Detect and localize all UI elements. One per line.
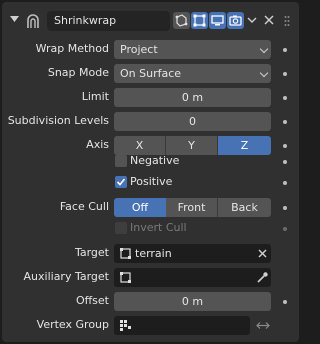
wrap-method-dropdown[interactable]: Project [114,40,271,59]
snap-mode-value: On Surface [120,67,182,80]
keyframe-dot-icon[interactable] [283,48,287,52]
wrap-method-label: Wrap Method [35,42,109,55]
keyframe-dot-icon[interactable] [283,144,287,148]
axis-label: Axis [86,138,109,151]
offset-label: Offset [75,294,109,307]
snap-mode-label: Snap Mode [47,66,109,79]
vertex-group-field[interactable] [114,316,250,335]
shrinkwrap-modifier-icon [27,14,39,28]
invert-cull-checkbox[interactable] [115,222,127,234]
negative-checkbox[interactable] [115,155,127,167]
face-cull-selector: Off Front Back [114,198,271,217]
target-field[interactable]: terrain [114,244,271,263]
target-value: terrain [135,247,172,260]
render-camera-icon [229,15,242,26]
subdivision-levels-value: 0 [189,115,196,128]
target-label: Target [74,246,109,259]
keyframe-dot-icon[interactable] [283,120,287,124]
mesh-object-icon [120,272,131,283]
modifier-name-input[interactable]: Shrinkwrap [47,11,170,31]
auxiliary-target-label: Auxiliary Target [23,270,109,283]
vertex-group-label: Vertex Group [36,318,109,331]
offset-value: 0 m [181,295,204,308]
snap-mode-dropdown[interactable]: On Surface [114,64,271,83]
face-cull-off-toggle[interactable]: Off [114,198,166,217]
axis-z-toggle[interactable]: Z [218,136,271,155]
offset-field[interactable]: 0 m [114,292,271,311]
limit-label: Limit [81,90,109,103]
modifier-header: Shrinkwrap [2,2,299,38]
keyframe-dot-icon[interactable] [283,300,287,304]
limit-value: 0 m [181,91,204,104]
shrinkwrap-modifier-panel: Shrinkwrap Wrap Method Project Snap Mode… [2,2,299,342]
edit-mode-cage-button[interactable] [173,12,190,29]
modifier-name-text: Shrinkwrap [54,14,117,27]
invert-cull-label: Invert Cull [130,221,187,234]
wrap-method-value: Project [120,43,158,56]
positive-checkbox[interactable] [115,176,127,188]
vertex-group-icon [120,320,131,331]
chevron-down-icon [259,68,269,78]
close-icon[interactable] [264,15,274,25]
face-cull-front-toggle[interactable]: Front [166,198,218,217]
negative-label: Negative [130,154,180,167]
collapse-arrow-icon[interactable] [10,15,19,24]
keyframe-dot-icon[interactable] [283,206,287,210]
axis-x-toggle[interactable]: X [114,136,166,155]
invert-vertex-group-icon[interactable] [255,320,271,331]
keyframe-dot-icon[interactable] [283,96,287,100]
realtime-viewport-button[interactable] [209,12,226,29]
limit-field[interactable]: 0 m [114,88,271,107]
chevron-down-icon [259,44,269,54]
eyedropper-icon[interactable] [256,271,268,284]
axis-y-toggle[interactable]: Y [166,136,218,155]
dropdown-icon[interactable] [247,17,257,24]
subdivision-levels-label: Subdivision Levels [7,114,109,127]
edit-mode-button[interactable] [191,12,208,29]
subdivision-levels-field[interactable]: 0 [114,112,271,131]
face-cull-label: Face Cull [59,200,109,213]
keyframe-dot-icon[interactable] [283,227,287,231]
axis-selector: X Y Z [114,136,271,155]
keyframe-dot-icon[interactable] [283,181,287,185]
keyframe-dot-icon[interactable] [283,160,287,164]
mesh-object-icon [120,248,131,259]
drag-handle-icon[interactable] [284,15,290,27]
render-button[interactable] [227,12,244,29]
edit-mode-icon [193,14,206,27]
keyframe-dot-icon[interactable] [283,72,287,76]
positive-label: Positive [130,175,173,188]
edit-mode-cage-icon [175,14,188,27]
auxiliary-target-field[interactable] [114,268,271,287]
realtime-viewport-icon [211,15,224,26]
face-cull-back-toggle[interactable]: Back [218,198,271,217]
clear-icon[interactable] [258,249,267,258]
checkmark-icon [116,178,126,186]
